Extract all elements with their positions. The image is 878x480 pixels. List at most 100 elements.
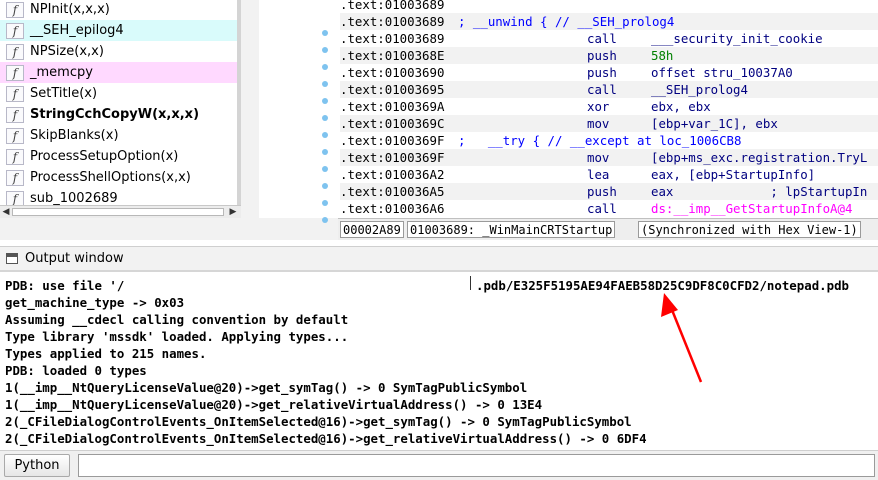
function-item[interactable]: f _memcpy — [0, 62, 237, 83]
scroll-thumb[interactable] — [12, 208, 224, 216]
breakpoint-marker-icon[interactable] — [322, 149, 328, 155]
disasm-line[interactable]: .text:01003689 — [340, 0, 878, 13]
breakpoint-marker-icon[interactable] — [322, 98, 328, 104]
file-offset: 00002A89 — [340, 221, 404, 238]
function-icon: f — [6, 1, 24, 18]
breakpoint-marker-icon[interactable] — [322, 200, 328, 206]
output-window-header[interactable]: Output window — [0, 246, 878, 270]
function-name: NPSize(x,x) — [30, 44, 104, 59]
disasm-line[interactable]: .text:01003690 push offset stru_10037A0 — [340, 64, 878, 81]
breakpoint-marker-icon[interactable] — [322, 47, 328, 53]
disasm-operand[interactable]: offset stru_10037A0 — [651, 64, 793, 81]
breakpoint-marker-icon[interactable] — [322, 183, 328, 189]
disasm-mnemonic: call — [587, 31, 617, 46]
disassembly-view[interactable]: .text:01003689 .text:01003689 ; __unwind {… — [338, 0, 878, 218]
output-line: 2(_CFileDialogControlEvents_OnItemSelect… — [5, 414, 632, 429]
disasm-operand[interactable]: ___security_init_cookie — [651, 30, 823, 47]
function-item[interactable]: f __SEH_epilog4 — [0, 20, 237, 41]
function-item[interactable]: f ProcessShellOptions(x,x) — [0, 167, 237, 188]
output-line: Types applied to 215 names. — [5, 346, 207, 361]
disasm-mnemonic: xor — [587, 99, 610, 114]
function-name: SkipBlanks(x) — [30, 128, 119, 143]
disasm-mnemonic: call — [587, 201, 617, 216]
breakpoint-marker-icon[interactable] — [322, 64, 328, 70]
disasm-line[interactable]: .text:010036A5 push eax ; lpStartupIn — [340, 183, 878, 200]
breakpoint-marker-icon[interactable] — [322, 30, 328, 36]
disasm-line[interactable]: .text:01003689 call ___security_init_cooki… — [340, 30, 878, 47]
disasm-mnemonic: lea — [587, 167, 610, 182]
disasm-address: .text:010036A2 — [340, 167, 445, 182]
disasm-operand[interactable]: __SEH_prolog4 — [651, 81, 748, 98]
function-item[interactable]: f SkipBlanks(x) — [0, 125, 237, 146]
command-input[interactable] — [78, 454, 875, 477]
function-name: ProcessSetupOption(x) — [30, 149, 179, 164]
disasm-comment: ; __try { // __except at loc_1006CB8 — [458, 133, 742, 148]
function-name: __SEH_epilog4 — [30, 23, 124, 38]
command-bar: Python — [0, 450, 878, 480]
disasm-operand[interactable]: [ebp+ms_exc.registration.TryL — [651, 149, 867, 166]
disasm-line[interactable]: .text:01003689 ; __unwind { // __SEH_prol… — [340, 13, 878, 30]
breakpoint-gutter[interactable] — [259, 0, 338, 223]
function-item[interactable]: f NPSize(x,x) — [0, 41, 237, 62]
function-name: sub_1002689 — [30, 191, 118, 206]
disasm-line[interactable]: .text:01003695 call __SEH_prolog4 — [340, 81, 878, 98]
disasm-comment: ; __unwind { // __SEH_prolog4 — [458, 14, 675, 29]
disasm-line[interactable]: .text:0100368E push 58h — [340, 47, 878, 64]
breakpoint-marker-icon[interactable] — [322, 217, 328, 223]
output-line: get_machine_type -> 0x03 — [5, 295, 185, 310]
disasm-address: .text:01003689 — [340, 14, 445, 29]
function-name: NPInit(x,x,x) — [30, 2, 110, 17]
function-item[interactable]: f ProcessSetupOption(x) — [0, 146, 237, 167]
breakpoint-marker-icon[interactable] — [322, 115, 328, 121]
sync-status: (Synchronized with Hex View-1) — [638, 221, 861, 238]
function-item[interactable]: f SetTitle(x) — [0, 83, 237, 104]
output-line: Type library 'mssdk' loaded. Applying ty… — [5, 329, 349, 344]
redacted-region — [245, 276, 469, 291]
output-line: Assuming __cdecl calling convention by d… — [5, 312, 349, 327]
disasm-address: .text:0100369F — [340, 133, 445, 148]
output-log[interactable]: PDB: use file '/ get_machine_type -> 0x03… — [0, 272, 878, 450]
disasm-operand[interactable]: [ebp+var_1C], ebx — [651, 115, 778, 132]
disasm-mnemonic: push — [587, 184, 617, 199]
scroll-right-arrow-icon[interactable]: ▶ — [228, 207, 238, 217]
output-line: 1(__imp__NtQueryLicenseValue@20)->get_re… — [5, 397, 543, 412]
disasm-address: .text:0100369F — [340, 150, 445, 165]
disasm-operand[interactable]: ebx, ebx — [651, 98, 711, 115]
language-button[interactable]: Python — [4, 454, 70, 477]
disasm-address: .text:01003695 — [340, 82, 445, 97]
disasm-line[interactable]: .text:010036A2 lea eax, [ebp+StartupInfo] — [340, 166, 878, 183]
function-item[interactable]: f NPInit(x,x,x) — [0, 0, 237, 20]
output-window-title: Output window — [25, 251, 124, 266]
functions-horizontal-scrollbar[interactable]: ◀ ▶ — [0, 205, 241, 218]
disasm-address: .text:01003689 — [340, 0, 445, 12]
disasm-mnemonic: mov — [587, 116, 610, 131]
disasm-operand[interactable]: eax ; lpStartupIn — [651, 183, 867, 200]
functions-list[interactable]: f NPInit(x,x,x) f __SEH_epilog4 f NPSize(x,x)… — [0, 0, 241, 218]
functions-footer — [0, 218, 338, 240]
output-line: 1(__imp__NtQueryLicenseValue@20)->get_sy… — [5, 380, 528, 395]
disasm-address: .text:0100368E — [340, 48, 445, 63]
panel-splitter[interactable] — [241, 0, 259, 240]
function-icon: f — [6, 127, 24, 144]
output-line: PDB: loaded 0 types — [5, 363, 147, 378]
disasm-address: .text:010036A6 — [340, 201, 445, 216]
function-name: ProcessShellOptions(x,x) — [30, 170, 191, 185]
disasm-address: .text:0100369A — [340, 99, 445, 114]
disassembly-status-bar: 00002A89 01003689: _WinMainCRTStartup (S… — [338, 218, 878, 240]
disasm-line[interactable]: .text:0100369F mov [ebp+ms_exc.registratio… — [340, 149, 878, 166]
function-item[interactable]: f StringCchCopyW(x,x,x) — [0, 104, 237, 125]
disasm-line[interactable]: .text:0100369A xor ebx, ebx — [340, 98, 878, 115]
breakpoint-marker-icon[interactable] — [322, 166, 328, 172]
disasm-line[interactable]: .text:0100369F ; __try { // __except at l… — [340, 132, 878, 149]
disasm-operand[interactable]: eax, [ebp+StartupInfo] — [651, 166, 815, 183]
breakpoint-marker-icon[interactable] — [322, 81, 328, 87]
disasm-address: .text:010036A5 — [340, 184, 445, 199]
disasm-operand[interactable]: 58h — [651, 47, 673, 64]
disasm-address: .text:01003689 — [340, 31, 445, 46]
disasm-line[interactable]: .text:010036A6 call ds:__imp__GetStartupIn… — [340, 200, 878, 217]
disasm-line[interactable]: .text:0100369C mov [ebp+var_1C], ebx — [340, 115, 878, 132]
scroll-left-arrow-icon[interactable]: ◀ — [1, 207, 11, 217]
breakpoint-marker-icon[interactable] — [322, 132, 328, 138]
disasm-operand[interactable]: ds:__imp__GetStartupInfoA@4 — [651, 200, 852, 217]
function-icon: f — [6, 43, 24, 60]
